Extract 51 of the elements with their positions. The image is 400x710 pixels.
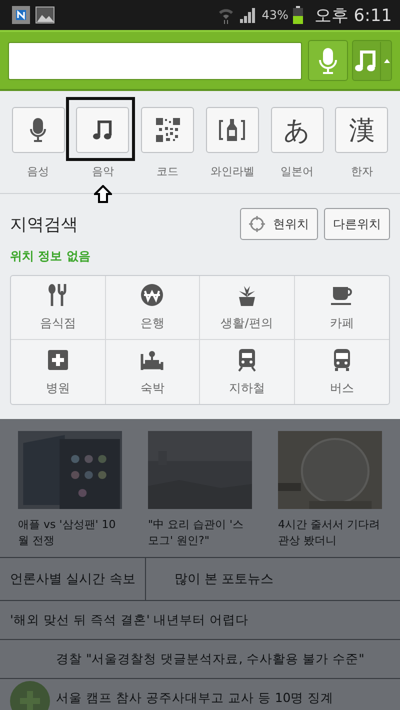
clock: 오후 6:11 (314, 4, 392, 26)
wifi-icon (218, 6, 234, 24)
category-button[interactable]: 숙박 (106, 340, 200, 404)
won-icon (140, 283, 164, 307)
caret-icon (384, 58, 390, 62)
headline-link[interactable]: 경찰 "서울경찰청 댓글분석자료, 수사활용 불가 수준" (0, 640, 400, 679)
gallery-icon (35, 5, 55, 25)
photo-caption[interactable]: 4시간 줄서서 기다려 관상 봤더니 (278, 517, 382, 549)
qr-search-button[interactable] (141, 107, 194, 153)
tool-label: 음성 (27, 164, 49, 179)
signal-icon (238, 7, 257, 23)
music-note-icon (92, 119, 113, 141)
news-tab[interactable]: 많이 본 포토뉴스 (146, 558, 284, 600)
news-tab[interactable]: 언론사별 실시간 속보 (0, 558, 146, 600)
tool-label: 코드 (156, 164, 179, 179)
music-search-button[interactable] (76, 107, 130, 153)
wine-search-button[interactable] (206, 107, 259, 153)
music-note-icon (354, 48, 376, 72)
location-status: 위치 정보 없음 (10, 248, 92, 265)
up-arrow-icon (94, 185, 112, 203)
tool-label: 와인라벨 (210, 164, 254, 179)
photo-caption[interactable]: "中 요리 습관이 '스모그' 원인?" (148, 517, 252, 549)
search-field[interactable] (8, 42, 302, 80)
category-button[interactable]: 버스 (294, 340, 389, 404)
cross-icon (46, 348, 70, 372)
category-button[interactable]: 음식점 (11, 276, 106, 340)
photo-caption[interactable]: 애플 vs '삼성팬' 10월 전쟁 (18, 517, 122, 549)
category-button[interactable]: 지하철 (200, 340, 294, 404)
tool-label: 일본어 (280, 164, 314, 179)
microphone-icon (30, 117, 46, 143)
other-location-button[interactable]: 다른위치 (324, 208, 390, 240)
bottle-icon (219, 118, 246, 142)
mic-search-button[interactable] (12, 107, 64, 153)
crosshair-icon (249, 216, 265, 232)
battery-icon (293, 6, 304, 24)
battery-percent: 43% (262, 8, 288, 22)
tool-label: 한자 (350, 164, 373, 179)
notification-icon (12, 6, 30, 24)
category-button[interactable]: 은행 (106, 276, 200, 340)
qr-code-icon (156, 118, 180, 142)
category-button[interactable]: 병원 (11, 340, 106, 404)
tool-label: 음악 (92, 164, 114, 179)
character-search-button[interactable]: あ (270, 107, 324, 153)
category-button[interactable]: 카페 (294, 276, 389, 340)
voice-search-button[interactable] (308, 40, 348, 81)
microphone-icon (319, 46, 337, 74)
current-location-button[interactable]: 현위치 (240, 208, 318, 240)
headline-link[interactable]: '해외 맞선 뒤 즉석 결혼' 내년부터 어렵다 (0, 601, 400, 640)
section-title: 지역검색 (10, 214, 78, 236)
character-search-button[interactable]: 漢 (335, 107, 388, 153)
category-button[interactable]: 생활/편의 (200, 276, 294, 340)
